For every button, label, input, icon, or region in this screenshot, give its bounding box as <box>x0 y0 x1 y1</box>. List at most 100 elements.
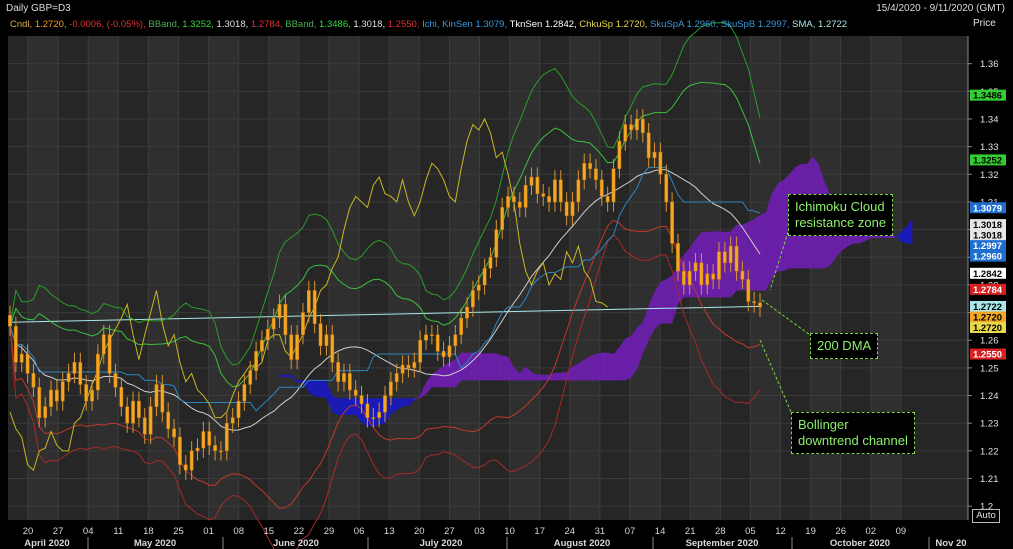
candle-body <box>424 334 428 341</box>
ichimoku-cloud-segment <box>601 352 608 381</box>
candle-body <box>576 179 581 203</box>
candle-body <box>137 400 141 418</box>
x-month-label: April 2020 <box>24 538 69 549</box>
candle-body <box>347 373 352 391</box>
candle-body <box>277 304 282 319</box>
candle-body <box>90 389 94 402</box>
candle-body <box>611 168 616 203</box>
candle-body <box>430 334 434 336</box>
week-band <box>630 36 661 520</box>
ichimoku-cloud-segment <box>666 275 673 324</box>
week-band <box>389 36 420 520</box>
candle-body <box>758 302 762 308</box>
price-tag-label: 1.2720 <box>973 323 1002 334</box>
candle-body <box>676 243 680 272</box>
candle-body <box>693 262 698 272</box>
ichimoku-cloud-segment <box>314 380 321 397</box>
price-chart[interactable]: 1.21.211.221.231.241.251.261.271.281.291… <box>0 0 1013 549</box>
ichimoku-cloud-segment <box>554 372 561 381</box>
x-tick-label: 14 <box>655 526 666 537</box>
ichimoku-cloud-segment <box>496 353 503 381</box>
x-tick-label: 28 <box>715 526 726 537</box>
candle-body <box>435 334 440 352</box>
y-tick-label: 1.32 <box>980 170 999 181</box>
candle-body <box>289 334 294 360</box>
candle-body <box>342 373 346 382</box>
candle-body <box>453 334 458 347</box>
candle-body <box>646 132 651 158</box>
candle-body <box>113 373 118 388</box>
candle-body <box>441 351 446 358</box>
candle-body <box>517 201 522 208</box>
candle-body <box>588 162 592 170</box>
x-tick-label: 15 <box>264 526 275 537</box>
legend-item: SMA, 1.2722 <box>792 19 848 30</box>
ichimoku-cloud-segment <box>595 352 602 381</box>
x-tick-label: 03 <box>474 526 485 537</box>
candle-body <box>394 373 399 382</box>
candle-body <box>412 362 417 369</box>
chart-title: Daily GBP=D3 <box>6 3 71 14</box>
candle-body <box>324 334 329 347</box>
price-tag: 1.2720 <box>970 321 1006 334</box>
candle-body <box>377 411 381 418</box>
ichimoku-cloud-segment <box>349 398 356 415</box>
legend-item: 1.3018, <box>216 19 251 30</box>
candle-body <box>254 351 258 371</box>
candle-body <box>8 315 12 327</box>
auto-scale-button[interactable]: Auto <box>972 509 1000 523</box>
price-tag-label: 1.2550 <box>973 350 1002 361</box>
legend-item: 1.3252, <box>182 19 217 30</box>
x-month-label: May 2020 <box>134 538 176 549</box>
price-tag: 1.2550 <box>970 348 1006 361</box>
ichimoku-cloud-segment <box>279 374 286 377</box>
legend-item: BBand, <box>148 19 183 30</box>
candle-body <box>101 334 106 355</box>
candle-body <box>640 118 645 134</box>
candle-body <box>31 373 36 388</box>
candle-body <box>14 326 18 363</box>
price-tag-label: 1.2842 <box>973 269 1002 280</box>
candle-body <box>283 304 288 335</box>
legend-item: ChkuSp 1.2720, <box>579 19 651 30</box>
week-band <box>329 36 360 520</box>
candle-body <box>617 140 622 170</box>
candle-body <box>207 431 212 446</box>
candle-body <box>201 431 206 449</box>
x-tick-label: 31 <box>595 526 606 537</box>
candle-body <box>406 364 411 369</box>
legend-item: 1.2550, <box>387 19 423 30</box>
candle-body <box>687 270 692 286</box>
candle-body <box>72 362 77 374</box>
candle-body <box>230 417 235 424</box>
candle-body <box>49 389 53 407</box>
ichimoku-cloud-segment <box>484 353 491 381</box>
x-tick-label: 01 <box>203 526 214 537</box>
x-tick-label: 27 <box>53 526 64 537</box>
x-tick-label: 22 <box>294 526 305 537</box>
indicator-legend: Cndl, 1.2720, -0.0006, (-0.05%), BBand, … <box>10 19 847 30</box>
x-tick-label: 17 <box>534 526 545 537</box>
candle-body <box>535 176 540 194</box>
week-band <box>569 36 600 520</box>
candle-body <box>224 422 229 452</box>
candle-body <box>734 245 739 272</box>
candle-body <box>523 185 528 208</box>
legend-item: 1.2784, <box>250 19 286 30</box>
candle-body <box>564 201 569 217</box>
y-tick-label: 1.33 <box>980 142 999 153</box>
x-tick-label: 19 <box>805 526 816 537</box>
candle-body <box>125 406 130 424</box>
candle-body <box>154 384 159 407</box>
date-range: 15/4/2020 - 9/11/2020 (GMT) <box>876 3 1005 14</box>
legend-item: 1.2720, <box>34 19 70 30</box>
candle-body <box>148 406 153 435</box>
legend-item: KinSen 1.3079, <box>442 19 510 30</box>
candle-body <box>570 201 575 217</box>
candle-body <box>494 229 499 258</box>
candle-body <box>19 353 24 363</box>
price-tag-label: 1.2720 <box>973 312 1002 323</box>
price-tag-label: 1.2784 <box>973 285 1003 296</box>
candle-body <box>178 436 182 465</box>
x-tick-label: 29 <box>324 526 335 537</box>
